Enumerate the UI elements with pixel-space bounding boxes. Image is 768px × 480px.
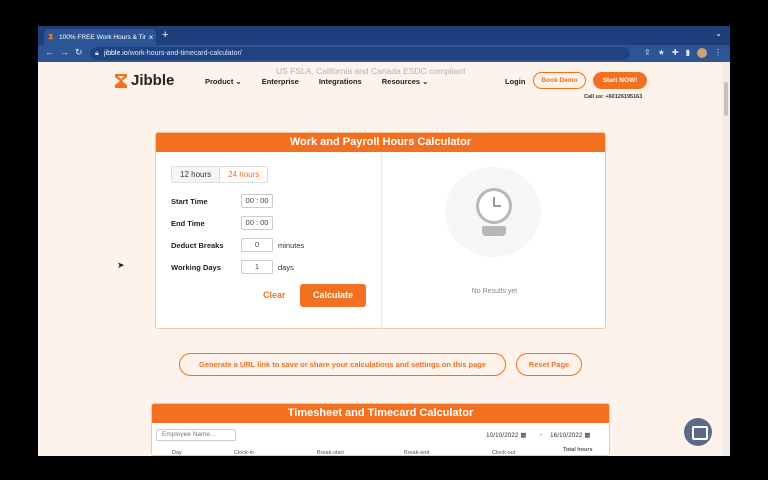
url-path: /work-hours-and-timecard-calculator/ <box>127 50 242 57</box>
reset-page-button[interactable]: Reset Page <box>516 353 582 376</box>
scrollbar-thumb[interactable] <box>724 82 728 116</box>
profile-avatar[interactable] <box>697 48 707 58</box>
timesheet-calculator-card: Timesheet and Timecard Calculator Employ… <box>151 403 610 456</box>
clear-button[interactable]: Clear <box>263 290 286 300</box>
forward-arrow-icon[interactable]: → <box>60 47 69 57</box>
card-divider <box>381 152 382 329</box>
mouse-cursor-icon: ➤ <box>117 260 125 270</box>
working-days-label: Working Days <box>171 263 221 272</box>
back-arrow-icon[interactable]: ← <box>45 47 54 57</box>
jibble-favicon-icon: ⧗ <box>48 32 54 41</box>
timesheet-title: Timesheet and Timecard Calculator <box>152 404 609 423</box>
main-nav: Product ⌄ Enterprise Integrations Resour… <box>205 77 428 86</box>
date-from-value: 10/10/2022 <box>486 432 519 439</box>
jibble-logo[interactable]: Jibble <box>114 72 174 89</box>
toolbar-icons: ⇪ ★ ✚ ▮ ⋮ <box>644 48 722 58</box>
url-field[interactable]: 🔒︎ jibble.io/work-hours-and-timecard-cal… <box>90 47 630 60</box>
hourglass-logo-icon <box>115 73 127 88</box>
browser-window: ⧗ 100% FREE Work Hours & Timecard × + ⌄ … <box>38 26 730 456</box>
column-header-break-end: Break-end <box>404 450 430 456</box>
chat-widget-button[interactable] <box>684 418 712 446</box>
column-header-break-start: Break-start <box>317 450 344 456</box>
logo-text: Jibble <box>131 72 175 89</box>
lock-icon: 🔒︎ <box>95 50 99 57</box>
employee-name-input[interactable]: Employee Name... <box>156 429 236 441</box>
login-link[interactable]: Login <box>505 77 525 86</box>
compliance-banner: US FSLA, California and Canada ESDC comp… <box>276 66 466 76</box>
mode-24-hours-button[interactable]: 24 hours <box>220 167 267 182</box>
calculate-button[interactable]: Calculate <box>300 284 366 307</box>
nav-integrations[interactable]: Integrations <box>319 77 362 86</box>
start-time-input[interactable]: 00 : 00 <box>241 194 273 208</box>
tab-title: 100% FREE Work Hours & Timecard <box>59 33 146 41</box>
close-tab-icon[interactable]: × <box>146 33 156 42</box>
end-time-input[interactable]: 00 : 00 <box>241 216 273 230</box>
column-header-total-hours: Total hours <box>563 447 593 453</box>
page-scrollbar[interactable] <box>722 62 730 456</box>
calendar-icon: ▦ <box>520 432 527 439</box>
end-time-label: End Time <box>171 219 205 228</box>
menu-dots-icon[interactable]: ⋮ <box>714 48 722 58</box>
calculator-title: Work and Payroll Hours Calculator <box>156 133 605 152</box>
tab-bar: ⧗ 100% FREE Work Hours & Timecard × + ⌄ <box>38 26 730 45</box>
call-us-text: Call us: +60126195163 <box>584 94 643 100</box>
nav-enterprise[interactable]: Enterprise <box>262 77 299 86</box>
working-days-input[interactable]: 1 <box>241 260 273 274</box>
hours-calculator-card: Work and Payroll Hours Calculator 12 hou… <box>155 132 606 329</box>
column-header-clock-out: Clock-out <box>492 450 516 456</box>
minutes-unit: minutes <box>278 241 305 250</box>
web-page: US FSLA, California and Canada ESDC comp… <box>38 62 730 456</box>
date-to-input[interactable]: 16/10/2022 ▦ <box>550 431 591 439</box>
mode-12-hours-button[interactable]: 12 hours <box>172 167 221 182</box>
start-now-button[interactable]: Start NOW! <box>593 72 647 89</box>
tab-search-chevron-icon[interactable]: ⌄ <box>715 29 722 38</box>
clock-hands-icon <box>493 197 501 207</box>
deduct-breaks-label: Deduct Breaks <box>171 241 224 250</box>
clock-illustration-icon <box>476 188 512 224</box>
column-header-day: Day <box>172 450 182 456</box>
date-to-value: 16/10/2022 <box>550 432 583 439</box>
reload-icon[interactable]: ↻ <box>75 47 83 58</box>
share-icon[interactable]: ⇪ <box>644 48 651 58</box>
time-format-toggle: 12 hours 24 hours <box>171 166 269 183</box>
start-time-label: Start Time <box>171 197 208 206</box>
calendar-icon: ▦ <box>584 432 591 439</box>
sidebar-icon[interactable]: ▮ <box>686 48 690 58</box>
deduct-breaks-input[interactable]: 0 <box>241 238 273 252</box>
bookmark-star-icon[interactable]: ★ <box>658 48 665 58</box>
date-from-input[interactable]: 10/10/2022 ▦ <box>486 431 527 439</box>
no-results-text: No Results yet <box>471 288 518 295</box>
nav-product[interactable]: Product ⌄ <box>205 77 242 86</box>
date-separator: - <box>540 431 543 438</box>
url-host: jibble.io <box>104 50 128 57</box>
extensions-puzzle-icon[interactable]: ✚ <box>672 48 679 58</box>
book-demo-button[interactable]: Book Demo <box>533 72 586 89</box>
column-header-clock-in: Clock-in <box>234 450 254 456</box>
address-bar: ← → ↻ 🔒︎ jibble.io/work-hours-and-timeca… <box>38 45 730 62</box>
generate-url-button[interactable]: Generate a URL link to save or share you… <box>179 353 506 376</box>
browser-tab[interactable]: ⧗ 100% FREE Work Hours & Timecard × <box>44 29 156 45</box>
nav-resources[interactable]: Resources ⌄ <box>382 77 429 86</box>
new-tab-button[interactable]: + <box>162 29 168 41</box>
clock-stand-icon <box>482 226 506 236</box>
days-unit: days <box>278 263 294 272</box>
